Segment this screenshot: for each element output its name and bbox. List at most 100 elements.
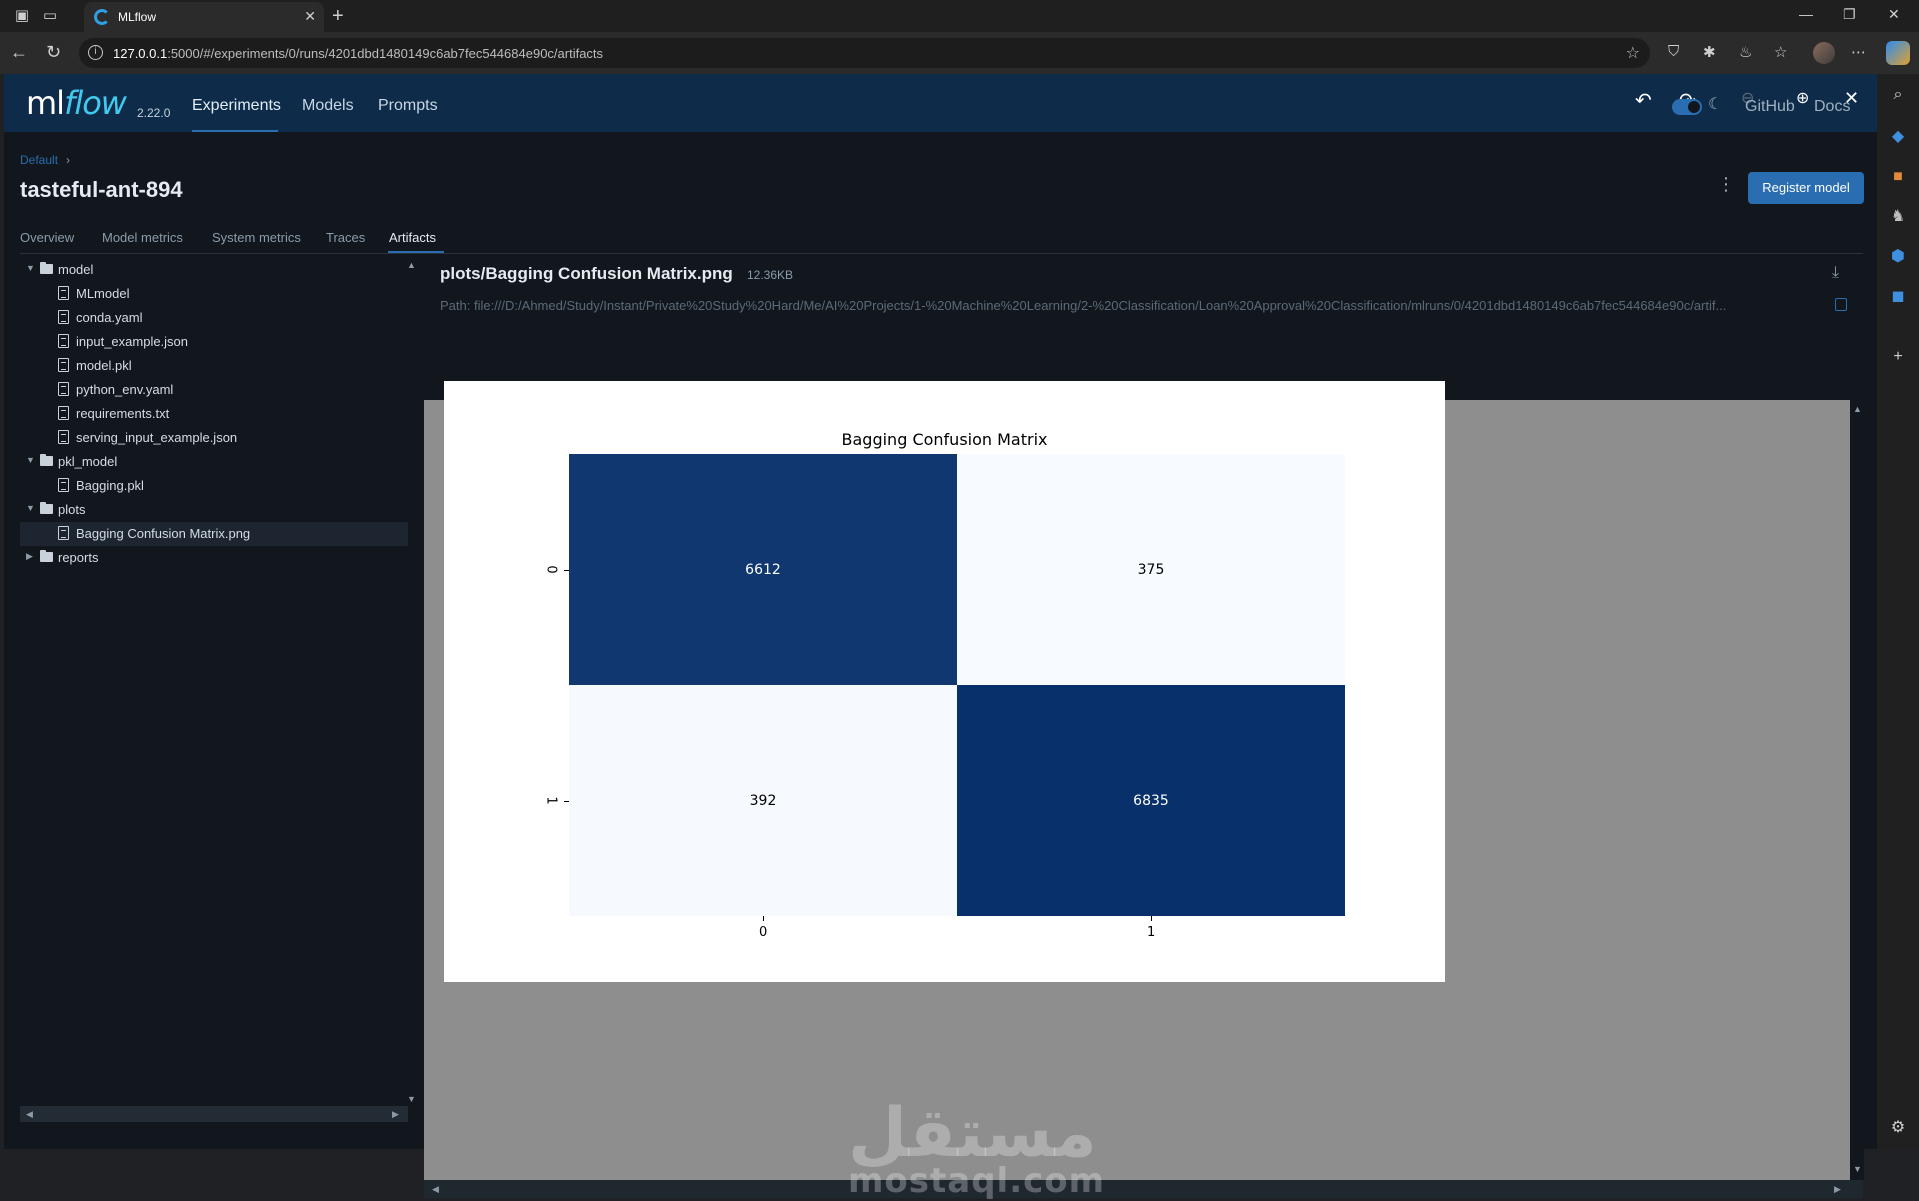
caret-right-icon[interactable]: ▶ <box>26 551 33 562</box>
workspaces-icon[interactable]: ▣ <box>12 6 32 26</box>
register-model-button[interactable]: Register model <box>1748 172 1864 204</box>
sidebar-briefcase-icon[interactable]: ■ <box>1889 168 1907 186</box>
tree-file[interactable]: Bagging.pkl <box>20 474 408 498</box>
tab-artifacts[interactable]: Artifacts <box>389 230 436 245</box>
file-icon <box>58 358 69 372</box>
logo-ml: ml <box>26 84 65 122</box>
tree-item-label: pkl_model <box>58 454 118 469</box>
caret-down-icon[interactable]: ▼ <box>26 263 35 273</box>
breadcrumb-experiment[interactable]: Default <box>20 153 58 167</box>
tab-traces[interactable]: Traces <box>326 230 365 245</box>
preview-horizontal-scrollbar[interactable]: ◀ ▶ <box>424 1180 1863 1198</box>
tree-file[interactable]: requirements.txt <box>20 402 408 426</box>
sidebar-add-icon[interactable]: + <box>1889 348 1907 366</box>
tree-item-label: requirements.txt <box>76 406 170 421</box>
tree-item-label: MLmodel <box>76 286 130 301</box>
tree-item-label: plots <box>58 502 86 517</box>
tab-actions-icon[interactable]: ▭ <box>40 6 60 26</box>
tree-file[interactable]: input_example.json <box>20 330 408 354</box>
sidebar-office-icon[interactable]: ⬢ <box>1889 248 1907 266</box>
tree-file[interactable]: python_env.yaml <box>20 378 408 402</box>
caret-down-icon[interactable]: ▼ <box>26 503 35 513</box>
performance-icon[interactable]: ♨ <box>1739 43 1752 61</box>
tree-file[interactable]: serving_input_example.json <box>20 426 408 450</box>
close-viewer-icon[interactable]: ✕ <box>1844 88 1859 109</box>
copilot-icon[interactable] <box>1886 41 1910 65</box>
nav-experiments[interactable]: Experiments <box>192 97 281 115</box>
sidebar-games-icon[interactable]: ♞ <box>1889 208 1907 226</box>
site-info-icon[interactable]: i <box>88 45 103 60</box>
browser-tab[interactable]: MLflow ✕ <box>84 2 324 32</box>
url-host: 127.0.0.1 <box>113 46 168 61</box>
y-tick-label: 0 <box>543 564 559 574</box>
refresh-icon[interactable]: ↻ <box>46 42 61 63</box>
dark-mode-toggle[interactable] <box>1672 99 1702 115</box>
new-tab-icon[interactable]: + <box>332 5 344 28</box>
chart-title: Bagging Confusion Matrix <box>841 430 1048 449</box>
preview-scroll-right-icon[interactable]: ▶ <box>1834 1184 1841 1195</box>
favorite-star-icon[interactable]: ☆ <box>1626 43 1640 63</box>
scroll-up-icon[interactable]: ▲ <box>407 260 416 270</box>
restore-icon[interactable]: ❐ <box>1843 6 1856 23</box>
sidebar-tag-icon[interactable]: ◆ <box>1889 128 1907 146</box>
download-icon[interactable]: ⤓ <box>1832 264 1839 282</box>
tree-file[interactable]: conda.yaml <box>20 306 408 330</box>
tree-folder[interactable]: ▼ model <box>20 258 408 282</box>
file-icon <box>58 478 69 492</box>
moon-icon: ☾ <box>1708 96 1723 113</box>
x-tick-mark <box>763 916 764 921</box>
sidebar-search-icon[interactable]: ⌕ <box>1889 86 1907 104</box>
preview-vertical-scrollbar[interactable]: ▲ ▼ <box>1850 400 1864 1180</box>
tree-item-label: model.pkl <box>76 358 132 373</box>
sidebar-settings-icon[interactable]: ⚙ <box>1889 1119 1907 1137</box>
tab-overview[interactable]: Overview <box>20 230 74 245</box>
mlflow-logo[interactable]: mlflow <box>26 84 127 122</box>
logo-flow: flow <box>64 84 127 122</box>
y-tick-mark <box>564 800 569 802</box>
tree-item-label: Bagging.pkl <box>76 478 144 493</box>
close-tab-icon[interactable]: ✕ <box>304 8 316 25</box>
more-actions-icon[interactable]: ⋮ <box>1717 174 1735 195</box>
tab-model-metrics[interactable]: Model metrics <box>102 230 183 245</box>
zoom-in-icon[interactable]: ⊕ <box>1796 88 1809 108</box>
back-icon[interactable]: ← <box>10 42 28 63</box>
tree-file[interactable]: Bagging Confusion Matrix.png <box>20 522 408 546</box>
preview-scroll-down-icon[interactable]: ▼ <box>1853 1164 1862 1174</box>
watermark-latin: mostaql.com <box>848 1161 1106 1201</box>
tree-file[interactable]: MLmodel <box>20 282 408 306</box>
scroll-left-icon[interactable]: ◀ <box>26 1109 33 1120</box>
undo-icon[interactable]: ↶ <box>1635 88 1652 113</box>
tree-vertical-scrollbar[interactable]: ▲ ▼ <box>405 260 417 1106</box>
minimize-icon[interactable]: — <box>1799 6 1813 22</box>
scroll-right-icon[interactable]: ▶ <box>392 1109 399 1120</box>
tree-folder[interactable]: ▼ pkl_model <box>20 450 408 474</box>
tree-file[interactable]: model.pkl <box>20 354 408 378</box>
window-close-icon[interactable]: ✕ <box>1888 6 1900 23</box>
heatmap-cell: 6835 <box>957 685 1345 916</box>
extensions-icon[interactable]: ✱ <box>1703 43 1716 61</box>
copy-path-icon[interactable] <box>1835 298 1847 311</box>
address-bar[interactable]: i 127.0.0.1:5000/#/experiments/0/runs/42… <box>79 38 1650 68</box>
caret-down-icon[interactable]: ▼ <box>26 455 35 465</box>
nav-models[interactable]: Models <box>302 97 354 115</box>
nav-prompts[interactable]: Prompts <box>378 97 438 115</box>
preview-scroll-left-icon[interactable]: ◀ <box>432 1184 439 1195</box>
tree-item-label: serving_input_example.json <box>76 430 238 445</box>
tab-system-metrics[interactable]: System metrics <box>212 230 301 245</box>
profile-avatar[interactable] <box>1813 42 1835 64</box>
github-link[interactable]: GitHub <box>1745 98 1795 116</box>
tree-folder[interactable]: ▼ plots <box>20 498 408 522</box>
shield-extension-icon[interactable]: ⛉ <box>1668 43 1679 60</box>
edge-sidebar: ⌕ ◆ ■ ♞ ⬢ ◼ + ⚙ <box>1877 74 1919 1149</box>
scroll-down-icon[interactable]: ▼ <box>407 1094 416 1104</box>
tree-horizontal-scrollbar[interactable]: ◀ ▶ <box>20 1106 408 1122</box>
preview-scroll-up-icon[interactable]: ▲ <box>1853 404 1862 414</box>
nav-active-indicator <box>192 130 278 132</box>
sidebar-outlook-icon[interactable]: ◼ <box>1889 288 1907 306</box>
folder-icon <box>40 502 53 514</box>
artifact-path: Path: file:///D:/Ahmed/Study/Instant/Pri… <box>440 298 1727 313</box>
tree-folder[interactable]: ▶ reports <box>20 546 408 570</box>
favorites-icon[interactable]: ☆ <box>1774 43 1787 61</box>
x-tick-label: 1 <box>1147 925 1156 940</box>
more-menu-icon[interactable]: ⋯ <box>1851 43 1866 61</box>
